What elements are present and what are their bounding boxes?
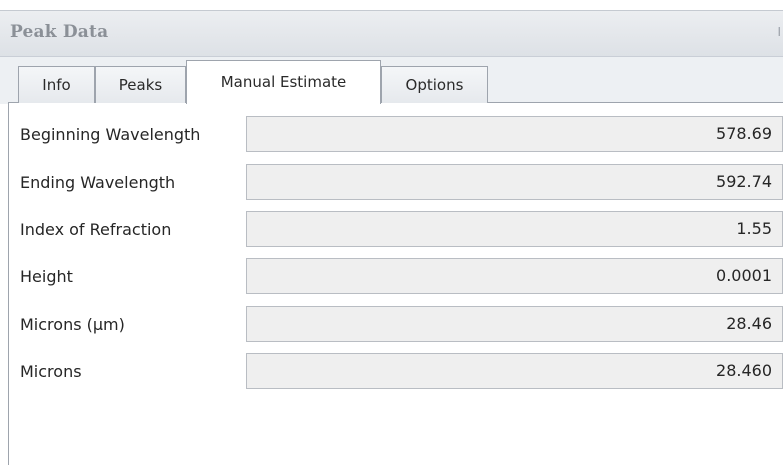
panel-title: Peak Data — [10, 22, 109, 42]
height-field[interactable]: 0.0001 — [246, 258, 783, 294]
tab-info[interactable]: Info — [18, 66, 95, 103]
tab-options-label: Options — [405, 76, 464, 94]
microns-um-label: Microns (µm) — [20, 315, 125, 334]
tab-peaks[interactable]: Peaks — [95, 66, 186, 103]
tab-info-label: Info — [42, 76, 71, 94]
microns-um-field[interactable]: 28.46 — [246, 306, 783, 342]
tab-manual-estimate[interactable]: Manual Estimate — [186, 60, 381, 104]
tab-options[interactable]: Options — [381, 66, 488, 103]
row-beginning-wavelength: Beginning Wavelength 578.69 — [9, 116, 783, 154]
tab-peaks-label: Peaks — [118, 76, 163, 94]
beginning-wavelength-label: Beginning Wavelength — [20, 125, 201, 144]
tab-manual-estimate-label: Manual Estimate — [220, 73, 347, 91]
row-microns: Microns 28.460 — [9, 353, 783, 391]
row-microns-um: Microns (µm) 28.46 — [9, 306, 783, 344]
microns-field[interactable]: 28.460 — [246, 353, 783, 389]
ending-wavelength-field[interactable]: 592.74 — [246, 164, 783, 200]
beginning-wavelength-field[interactable]: 578.69 — [246, 116, 783, 152]
panel-title-bar: Peak Data I — [0, 10, 783, 57]
row-height: Height 0.0001 — [9, 258, 783, 296]
top-strip — [0, 0, 783, 10]
peak-data-panel: Peak Data I Info Peaks Manual Estimate O… — [0, 0, 783, 465]
pin-icon[interactable]: I — [777, 25, 781, 39]
height-label: Height — [20, 267, 73, 286]
index-of-refraction-field[interactable]: 1.55 — [246, 211, 783, 247]
index-of-refraction-label: Index of Refraction — [20, 220, 172, 239]
row-index-of-refraction: Index of Refraction 1.55 — [9, 211, 783, 249]
row-ending-wavelength: Ending Wavelength 592.74 — [9, 164, 783, 202]
ending-wavelength-label: Ending Wavelength — [20, 173, 176, 192]
microns-label: Microns — [20, 362, 82, 381]
manual-estimate-content: Beginning Wavelength 578.69 Ending Wavel… — [8, 103, 783, 465]
